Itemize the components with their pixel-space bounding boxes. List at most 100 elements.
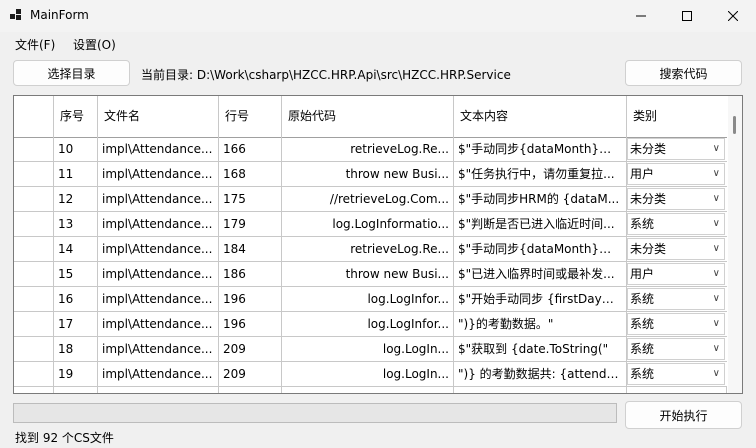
row-header [14,212,54,237]
table-row[interactable]: 13 impl\Attendance... 179 log.LogInformatio… [14,212,727,237]
scrollbar-thumb[interactable] [733,116,736,134]
chevron-down-icon: ∨ [712,193,720,204]
column-header-text-content[interactable]: 文本内容 [454,96,627,137]
table-row[interactable]: 11 impl\Attendance... 168 throw new Busi...… [14,162,727,187]
table-row[interactable]: 19 impl\Attendance... 209 log.LogIn... ")} 的… [14,362,727,387]
cell-line[interactable]: 209 [219,337,282,362]
cell-filename[interactable]: impl\Attendance... [98,337,219,362]
cell-filename[interactable]: impl\Attendance... [98,137,219,162]
cell-line[interactable]: 209 [219,362,282,387]
category-dropdown[interactable]: 系统 ∨ [627,313,725,335]
cell-line[interactable]: 179 [219,212,282,237]
menu-settings[interactable]: 设置(O) [73,36,116,53]
cell-original-code[interactable]: throw new Busi... [282,162,454,187]
cell-filename[interactable]: impl\Attendance... [98,312,219,337]
cell-text-content[interactable]: $"获取到 {date.ToString(" [454,337,627,362]
select-directory-button[interactable]: 选择目录 [13,60,130,86]
table-row[interactable]: 10 impl\Attendance... 166 retrieveLog.Re...… [14,137,727,162]
cell-line[interactable]: 168 [219,162,282,187]
cell-text-content[interactable]: ")} 的考勤数据共: {attendan... [454,362,627,387]
table-row[interactable]: 18 impl\Attendance... 209 log.LogIn... $"获取到… [14,337,727,362]
progress-bar [13,403,617,423]
cell-line[interactable]: 196 [219,312,282,337]
row-header [14,237,54,262]
cell-filename[interactable]: impl\Attendance... [98,287,219,312]
column-header-category[interactable]: 类别 [627,96,727,137]
close-button[interactable] [710,0,756,32]
cell-seq[interactable]: 17 [54,312,98,337]
cell-category: 未分类 ∨ [627,237,727,262]
cell-seq[interactable]: 19 [54,362,98,387]
cell-text-content[interactable]: $"已进入临界时间或最补发... [454,262,627,287]
cell-line[interactable]: 186 [219,262,282,287]
vertical-scrollbar[interactable] [728,96,742,393]
cell-text-content[interactable]: ")}的考勤数据。" [454,312,627,337]
cell-original-code[interactable]: log.LogInformatio... [282,212,454,237]
column-header-original-code[interactable]: 原始代码 [282,96,454,137]
cell-text-content[interactable]: $"任务执行中，请勿重复拉... [454,162,627,187]
cell-filename[interactable]: impl\Attendance... [98,362,219,387]
app-icon [10,9,22,21]
row-header [14,312,54,337]
cell-original-code[interactable]: log.LogInfor... [282,287,454,312]
category-dropdown[interactable]: 未分类 ∨ [627,138,725,160]
cell-original-code[interactable]: //retrieveLog.Com... [282,187,454,212]
cell-filename[interactable]: impl\Attendance... [98,262,219,287]
cell-original-code[interactable]: log.LogInfor... [282,312,454,337]
cell-text-content[interactable]: $"手动同步{dataMonth}考... [454,137,627,162]
table-row[interactable] [14,387,727,393]
cell-original-code[interactable]: log.LogIn... [282,362,454,387]
cell-seq[interactable]: 15 [54,262,98,287]
cell-seq[interactable]: 18 [54,337,98,362]
cell-line[interactable]: 196 [219,287,282,312]
table-row[interactable]: 17 impl\Attendance... 196 log.LogInfor... ")… [14,312,727,337]
cell-filename[interactable]: impl\Attendance... [98,187,219,212]
category-dropdown[interactable]: 未分类 ∨ [627,188,725,210]
cell-seq[interactable]: 16 [54,287,98,312]
cell-line[interactable]: 184 [219,237,282,262]
cell-filename[interactable]: impl\Attendance... [98,162,219,187]
cell-seq[interactable]: 12 [54,187,98,212]
cell-original-code[interactable]: retrieveLog.Re... [282,237,454,262]
table-row[interactable]: 16 impl\Attendance... 196 log.LogInfor... $"… [14,287,727,312]
minimize-button[interactable] [618,0,664,32]
table-row[interactable]: 12 impl\Attendance... 175//retrieveLog.Com… [14,187,727,212]
category-dropdown[interactable]: 用户 ∨ [627,163,725,185]
category-dropdown[interactable]: 用户 ∨ [627,263,725,285]
category-dropdown[interactable]: 系统 ∨ [627,363,725,385]
cell-category: 系统 ∨ [627,312,727,337]
column-header-filename[interactable]: 文件名 [98,96,219,137]
column-header-line[interactable]: 行号 [219,96,282,137]
cell-line[interactable]: 175 [219,187,282,212]
category-dropdown[interactable]: 系统 ∨ [627,338,725,360]
cell-text-content[interactable]: $"开始手动同步 {firstDayOf... [454,287,627,312]
cell-text-content[interactable]: $"手动同步HRM的 {dataM... [454,187,627,212]
cell-original-code[interactable]: throw new Busi... [282,262,454,287]
search-code-button[interactable]: 搜索代码 [625,60,742,86]
column-header-seq[interactable]: 序号 [54,96,98,137]
menu-file[interactable]: 文件(F) [15,36,55,53]
maximize-button[interactable] [664,0,710,32]
category-dropdown[interactable]: 系统 ∨ [627,288,725,310]
cell-seq[interactable]: 14 [54,237,98,262]
chevron-down-icon: ∨ [712,293,720,304]
window-title: MainForm [30,8,89,22]
cell-text-content[interactable]: $"判断是否已进入临近时间... [454,212,627,237]
cell-original-code[interactable]: log.LogIn... [282,337,454,362]
cell-original-code[interactable]: retrieveLog.Re... [282,137,454,162]
cell-line[interactable]: 166 [219,137,282,162]
cell-filename[interactable]: impl\Attendance... [98,212,219,237]
cell-seq[interactable]: 10 [54,137,98,162]
category-dropdown[interactable]: 系统 ∨ [627,213,725,235]
chevron-down-icon: ∨ [712,218,720,229]
cell-text-content[interactable]: $"手动同步{dataMonth}考... [454,237,627,262]
start-execute-button[interactable]: 开始执行 [625,401,742,429]
cell-seq[interactable]: 13 [54,212,98,237]
cell-seq[interactable]: 11 [54,162,98,187]
category-value: 用户 [630,267,655,281]
table-row[interactable]: 15 impl\Attendance... 186 throw new Busi...… [14,262,727,287]
cell-filename[interactable]: impl\Attendance... [98,237,219,262]
table-row[interactable]: 14 impl\Attendance... 184 retrieveLog.Re...… [14,237,727,262]
category-value: 系统 [630,342,655,356]
category-dropdown[interactable]: 未分类 ∨ [627,238,725,260]
